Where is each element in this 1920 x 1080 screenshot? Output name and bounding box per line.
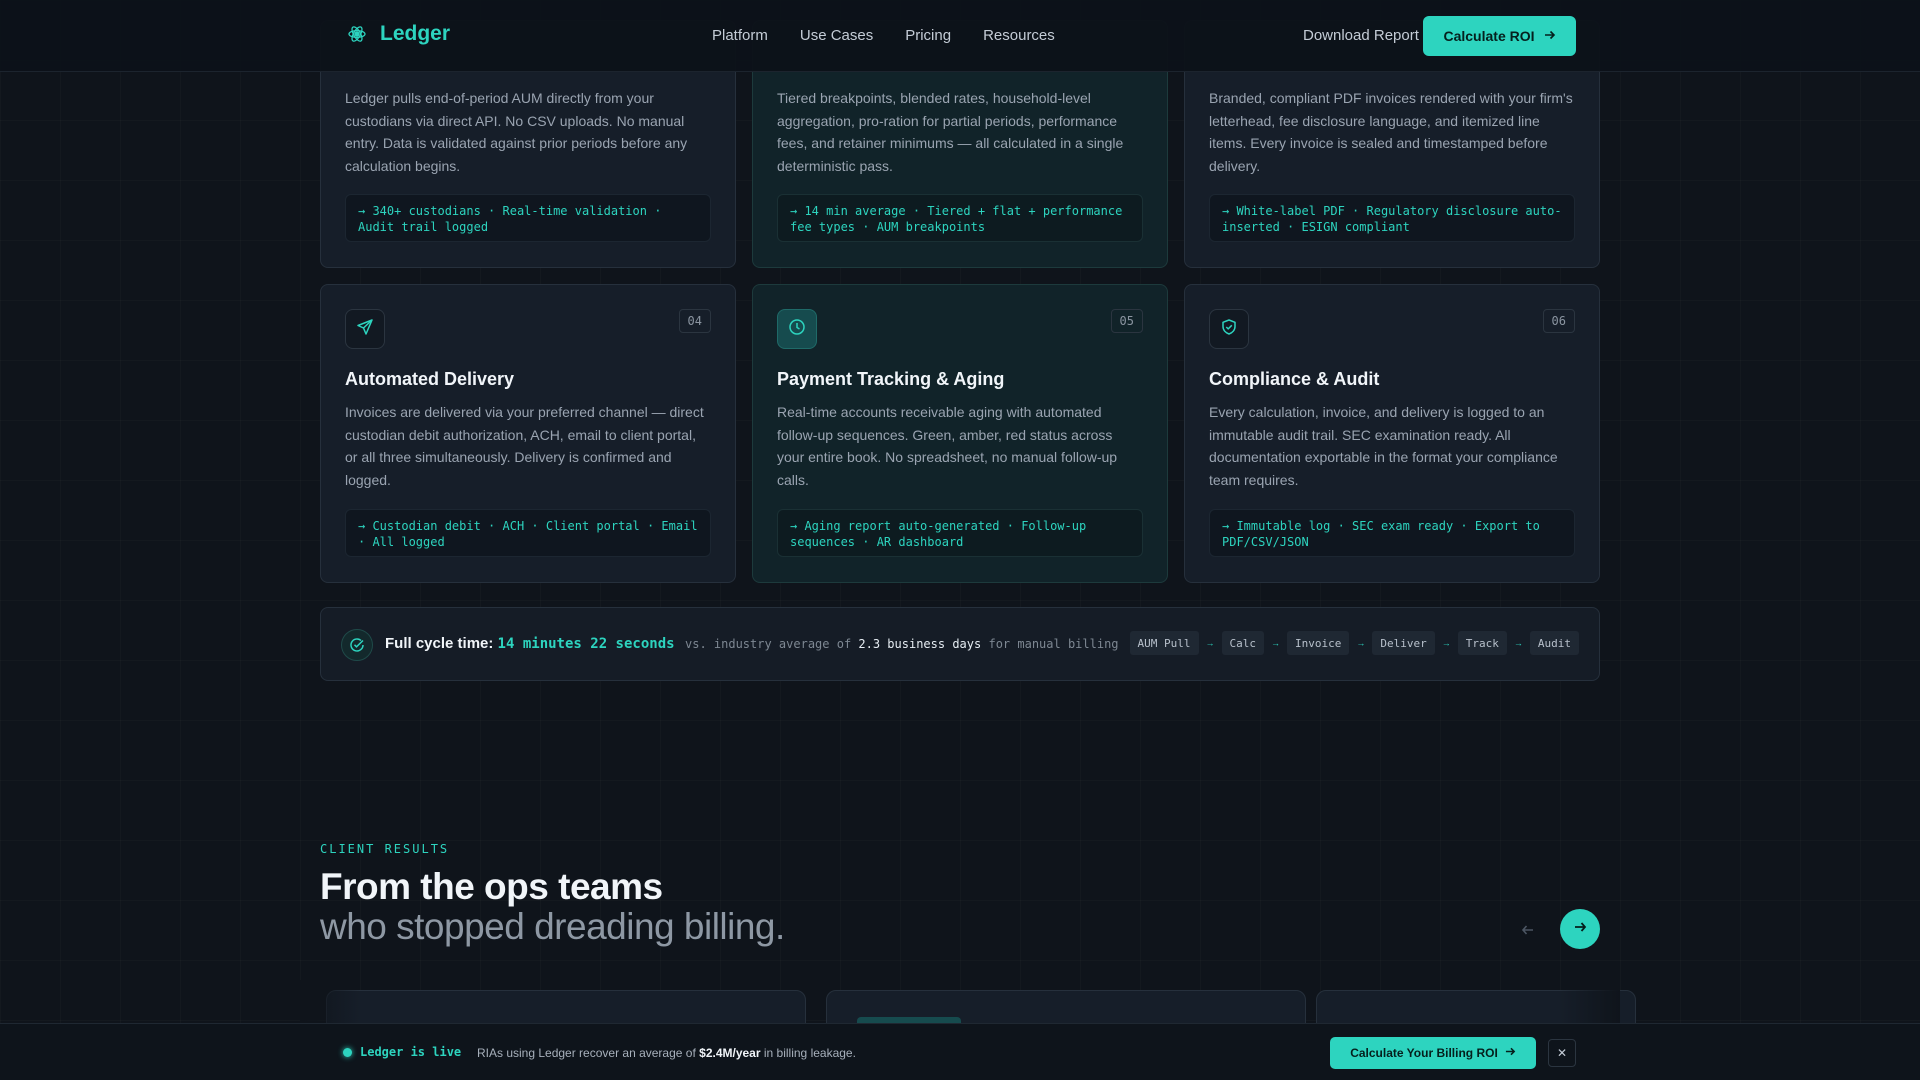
arrow-right-icon bbox=[1505, 1046, 1516, 1060]
cycle-vs-prefix: vs. industry average of bbox=[685, 637, 852, 651]
card-tag: → Custodian debit · ACH · Client portal … bbox=[345, 509, 711, 557]
announcement-value: $2.4M/year bbox=[699, 1046, 761, 1060]
site-header: Ledger Platform Use Cases Pricing Resour… bbox=[0, 0, 1920, 72]
step-arrow-icon: → bbox=[1205, 638, 1215, 648]
logo[interactable]: Ledger bbox=[346, 22, 450, 46]
step-arrow-icon: → bbox=[1271, 638, 1281, 648]
live-status-dot bbox=[343, 1048, 352, 1057]
card-number: 06 bbox=[1542, 309, 1575, 333]
card-number: 04 bbox=[678, 309, 711, 333]
close-icon: ✕ bbox=[1556, 1046, 1568, 1060]
feature-card-payment-tracking: 05 Payment Tracking & Aging Real-time ac… bbox=[752, 284, 1168, 583]
cycle-steps: AUM Pull → Calc → Invoice → Deliver → Tr… bbox=[1129, 631, 1579, 655]
logo-text: Ledger bbox=[380, 22, 451, 45]
card-title: Payment Tracking & Aging bbox=[777, 369, 1005, 389]
card-description: Invoices are delivered via your preferre… bbox=[345, 404, 704, 488]
live-label: Ledger is live bbox=[360, 1045, 462, 1059]
cycle-label: Full cycle time: bbox=[385, 635, 494, 652]
card-tag: → Aging report auto-generated · Follow-u… bbox=[777, 509, 1143, 557]
announcement-message: RIAs using Ledger recover an average of … bbox=[477, 1046, 856, 1060]
nav-resources[interactable]: Resources bbox=[983, 27, 1055, 44]
card-description: Ledger pulls end-of-period AUM directly … bbox=[345, 90, 688, 174]
cycle-time-value: 14 minutes 22 seconds bbox=[497, 636, 675, 652]
calculate-roi-button[interactable]: Calculate ROI bbox=[1423, 16, 1576, 56]
section-title: From the ops teams bbox=[320, 866, 663, 907]
card-number: 05 bbox=[1110, 309, 1143, 333]
clock-icon bbox=[788, 318, 806, 341]
arrow-left-icon bbox=[1521, 923, 1535, 942]
shield-check-icon bbox=[1220, 318, 1238, 341]
atom-icon bbox=[346, 23, 368, 45]
cycle-time-bar: Full cycle time: 14 minutes 22 seconds v… bbox=[320, 607, 1600, 681]
card-title: Automated Delivery bbox=[345, 369, 515, 389]
card-description: Branded, compliant PDF invoices rendered… bbox=[1209, 90, 1573, 174]
calculate-billing-roi-button[interactable]: Calculate Your Billing ROI bbox=[1330, 1037, 1536, 1069]
announcement-bar: Ledger is live RIAs using Ledger recover… bbox=[0, 1023, 1920, 1080]
step-calc: Calc bbox=[1221, 631, 1265, 655]
card-description: Real-time accounts receivable aging with… bbox=[777, 404, 1118, 488]
calculate-roi-label: Calculate ROI bbox=[1443, 28, 1535, 44]
cycle-comparison: vs. industry average of 2.3 business day… bbox=[685, 637, 1119, 651]
section-eyebrow: CLIENT RESULTS bbox=[320, 842, 450, 856]
carousel-prev-button[interactable] bbox=[1508, 912, 1548, 952]
announcement-prefix: RIAs using Ledger recover an average of bbox=[477, 1046, 696, 1060]
carousel-next-button[interactable] bbox=[1560, 909, 1600, 949]
card-icon-box bbox=[777, 309, 817, 349]
card-title: Compliance & Audit bbox=[1209, 369, 1380, 389]
card-tag: → White-label PDF · Regulatory disclosur… bbox=[1209, 194, 1575, 242]
card-description: Every calculation, invoice, and delivery… bbox=[1209, 404, 1558, 488]
calculate-billing-roi-label: Calculate Your Billing ROI bbox=[1350, 1046, 1498, 1060]
step-arrow-icon: → bbox=[1513, 638, 1523, 648]
card-tag: → 340+ custodians · Real-time validation… bbox=[345, 194, 711, 242]
step-invoice: Invoice bbox=[1287, 631, 1350, 655]
feature-card-automated-delivery: 04 Automated Delivery Invoices are deliv… bbox=[320, 284, 736, 583]
arrow-right-icon bbox=[1544, 28, 1556, 44]
step-arrow-icon: → bbox=[1441, 638, 1451, 648]
step-aum-pull: AUM Pull bbox=[1129, 631, 1199, 655]
cycle-vs-value: 2.3 business days bbox=[858, 637, 982, 651]
step-deliver: Deliver bbox=[1372, 631, 1435, 655]
cycle-vs-suffix: for manual billing bbox=[988, 637, 1119, 651]
feature-card-compliance-audit: 06 Compliance & Audit Every calculation,… bbox=[1184, 284, 1600, 583]
send-icon bbox=[356, 318, 374, 341]
step-track: Track bbox=[1457, 631, 1507, 655]
step-arrow-icon: → bbox=[1356, 638, 1366, 648]
main-nav: Platform Use Cases Pricing Resources bbox=[712, 27, 1055, 44]
section-subtitle: who stopped dreading billing. bbox=[320, 906, 785, 947]
download-report-link[interactable]: Download Report bbox=[1303, 27, 1419, 44]
card-tag: → Immutable log · SEC exam ready · Expor… bbox=[1209, 509, 1575, 557]
card-icon-box bbox=[345, 309, 385, 349]
cycle-time-headline: Full cycle time: 14 minutes 22 seconds bbox=[385, 635, 675, 652]
announcement-suffix: in billing leakage. bbox=[763, 1046, 856, 1060]
nav-use-cases[interactable]: Use Cases bbox=[800, 27, 873, 44]
check-circle-icon bbox=[341, 629, 373, 661]
close-announcement-button[interactable]: ✕ bbox=[1548, 1039, 1576, 1067]
step-audit: Audit bbox=[1529, 631, 1579, 655]
card-description: Tiered breakpoints, blended rates, house… bbox=[777, 90, 1124, 174]
card-tag: → 14 min average · Tiered + flat + perfo… bbox=[777, 194, 1143, 242]
nav-pricing[interactable]: Pricing bbox=[905, 27, 951, 44]
card-icon-box bbox=[1209, 309, 1249, 349]
arrow-right-icon bbox=[1573, 920, 1587, 939]
nav-platform[interactable]: Platform bbox=[712, 27, 768, 44]
